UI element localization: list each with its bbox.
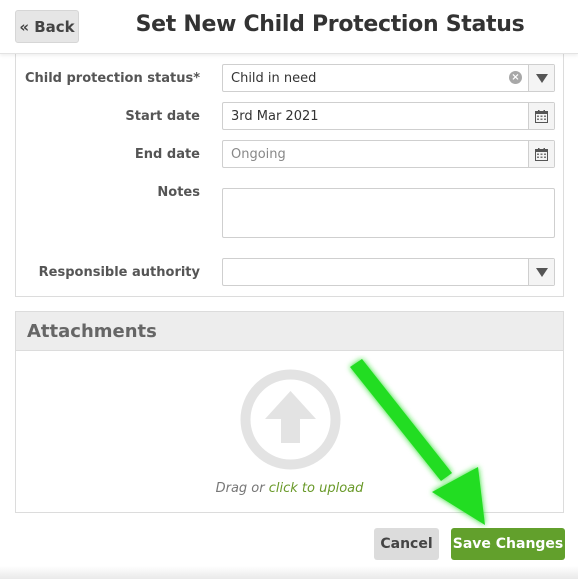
calendar-icon (535, 147, 548, 161)
status-select[interactable]: Child in need × (222, 64, 555, 92)
click-to-upload-link[interactable]: click to upload (269, 481, 364, 496)
authority-select[interactable] (222, 258, 555, 286)
footer-shade (0, 566, 578, 579)
attachments-title: Attachments (27, 321, 157, 342)
save-changes-button[interactable]: Save Changes (451, 528, 565, 560)
end-date-picker-button[interactable] (528, 141, 554, 167)
upload-arrow-icon[interactable] (240, 369, 341, 470)
notes-label: Notes (157, 185, 200, 200)
end-date-placeholder: Ongoing (231, 147, 286, 162)
upload-instructions: Drag or click to upload (16, 481, 563, 496)
page-title: Set New Child Protection Status (135, 12, 525, 37)
start-date-label: Start date (125, 109, 200, 124)
start-date-field[interactable]: 3rd Mar 2021 (222, 102, 555, 130)
status-form: Child protection status* Child in need ×… (15, 54, 564, 297)
drag-text: Drag or (215, 481, 265, 496)
notes-textarea[interactable] (222, 188, 555, 238)
start-date-picker-button[interactable] (528, 103, 554, 129)
clear-icon[interactable]: × (509, 71, 522, 84)
end-date-label: End date (134, 147, 200, 162)
authority-label: Responsible authority (38, 265, 200, 280)
attachments-panel: Attachments Drag or click to upload (15, 311, 564, 513)
start-date-value: 3rd Mar 2021 (231, 109, 319, 124)
chevron-down-icon (535, 73, 548, 83)
status-dropdown-toggle[interactable] (528, 65, 554, 91)
attachments-header: Attachments (16, 312, 563, 351)
back-button[interactable]: « Back (15, 10, 79, 43)
cancel-button[interactable]: Cancel (374, 528, 439, 560)
calendar-icon (535, 109, 548, 123)
end-date-field[interactable]: Ongoing (222, 140, 555, 168)
chevron-down-icon (535, 267, 548, 277)
header: « Back Set New Child Protection Status (0, 0, 578, 54)
authority-dropdown-toggle[interactable] (528, 259, 554, 285)
status-value: Child in need (231, 71, 317, 86)
status-label: Child protection status* (24, 71, 200, 86)
